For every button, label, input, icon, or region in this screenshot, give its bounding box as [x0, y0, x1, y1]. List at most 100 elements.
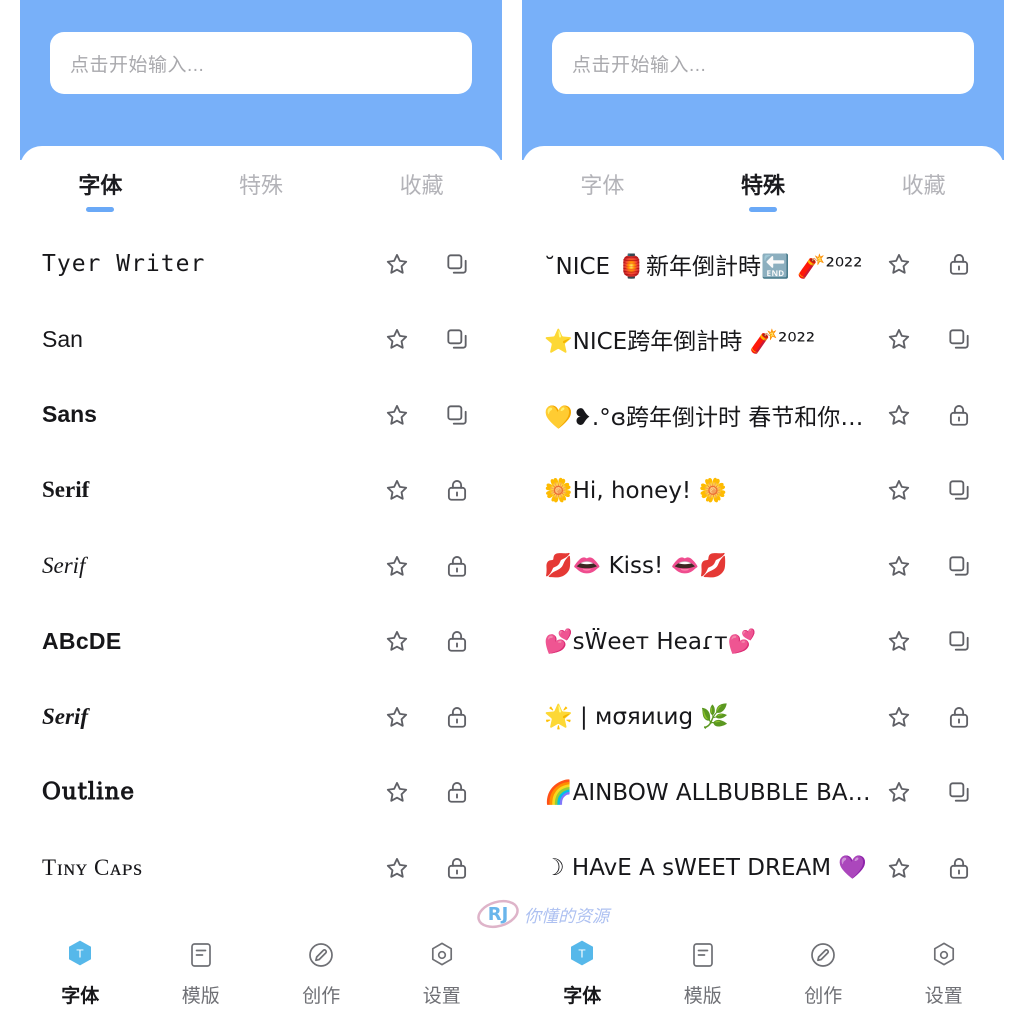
tab-favorites[interactable]: 收藏: [843, 168, 1004, 212]
tab-special[interactable]: 特殊: [181, 168, 342, 212]
star-outline-icon[interactable]: [886, 402, 912, 428]
list-item[interactable]: Tyer Writer: [20, 226, 502, 302]
nav-item-label: 字体: [563, 985, 602, 1007]
list-item[interactable]: ABcDE: [20, 604, 502, 680]
lock-icon[interactable]: [444, 779, 470, 805]
list-item[interactable]: ☽ HAvE A sWEET DREAM 💜: [522, 830, 1004, 906]
star-outline-icon[interactable]: [886, 704, 912, 730]
list-item-label: Serif: [42, 477, 90, 503]
nav-item-font[interactable]: T 字体: [20, 938, 141, 1008]
copy-icon[interactable]: [946, 628, 972, 654]
nav-item-create[interactable]: 创作: [261, 938, 382, 1008]
star-outline-icon[interactable]: [886, 251, 912, 277]
template-document-icon: [184, 938, 218, 972]
star-outline-icon[interactable]: [886, 553, 912, 579]
font-t-hexagon-icon: T: [565, 938, 599, 972]
special-text-list[interactable]: ˘NICE 🏮新年倒計時🔚 🧨²⁰²² ⭐NICE跨年倒計時 🧨²⁰²² 💛❥.°ɞ…: [522, 212, 1004, 906]
nav-item-template[interactable]: 模版: [643, 938, 764, 1008]
copy-icon[interactable]: [444, 402, 470, 428]
tab-special[interactable]: 特殊: [683, 168, 844, 212]
list-item-label: Serif: [42, 552, 86, 578]
bottom-nav-right[interactable]: T 字体 模版 创作 设置: [522, 924, 1004, 1024]
list-item-actions: [886, 779, 982, 805]
list-item-actions: [886, 326, 982, 352]
content-sheet-left: 字体 特殊 收藏 Tyer Writer San Sans Serif Serif ABc…: [20, 146, 502, 1024]
star-outline-icon[interactable]: [886, 779, 912, 805]
copy-icon[interactable]: [444, 326, 470, 352]
list-item[interactable]: 💛❥.°ɞ跨年倒计时 春节和你ʚ°.❥...: [522, 377, 1004, 453]
nav-item-settings[interactable]: 设置: [382, 938, 503, 1008]
star-outline-icon[interactable]: [384, 855, 410, 881]
list-item-actions: [384, 855, 480, 881]
svg-text:T: T: [76, 948, 84, 961]
lock-icon[interactable]: [946, 855, 972, 881]
list-item[interactable]: Serif: [20, 679, 502, 755]
star-outline-icon[interactable]: [886, 628, 912, 654]
list-item[interactable]: 💋👄 Kiss! 👄💋: [522, 528, 1004, 604]
phone-screen-left: 点击开始输入... 字体 特殊 收藏 Tyer Writer San Sans …: [20, 0, 502, 1024]
list-item[interactable]: Serif: [20, 453, 502, 529]
tab-special-label: 特殊: [239, 174, 284, 199]
list-item[interactable]: ˘NICE 🏮新年倒計時🔚 🧨²⁰²²: [522, 226, 1004, 302]
star-outline-icon[interactable]: [384, 628, 410, 654]
pencil-circle-icon: [304, 938, 338, 972]
nav-item-label: 模版: [683, 985, 722, 1007]
list-item[interactable]: ⭐NICE跨年倒計時 🧨²⁰²²: [522, 302, 1004, 378]
search-input[interactable]: 点击开始输入...: [552, 32, 974, 94]
star-outline-icon[interactable]: [886, 855, 912, 881]
star-outline-icon[interactable]: [886, 326, 912, 352]
nav-item-font[interactable]: T 字体: [522, 938, 643, 1008]
list-item[interactable]: 🌈AINBOW ALLBUBBLE BABE🌻: [522, 755, 1004, 831]
lock-icon[interactable]: [444, 704, 470, 730]
tab-font[interactable]: 字体: [522, 168, 683, 212]
bottom-nav-left[interactable]: T 字体 模版 创作 设置: [20, 924, 502, 1024]
search-input[interactable]: 点击开始输入...: [50, 32, 472, 94]
lock-icon[interactable]: [444, 553, 470, 579]
nav-item-create[interactable]: 创作: [763, 938, 884, 1008]
list-item-label: Sans: [42, 401, 97, 428]
nav-item-label: 设置: [924, 985, 963, 1007]
lock-icon[interactable]: [444, 477, 470, 503]
list-item[interactable]: 🌟 | мσяиιиg 🌿: [522, 679, 1004, 755]
font-style-list[interactable]: Tyer Writer San Sans Serif Serif ABcDE Serif Ou…: [20, 212, 502, 906]
nav-item-template[interactable]: 模版: [141, 938, 262, 1008]
list-item[interactable]: 🌼Hi, honey! 🌼: [522, 453, 1004, 529]
nav-item-label: 创作: [302, 985, 341, 1007]
list-item[interactable]: Outline: [20, 755, 502, 831]
list-item-actions: [886, 553, 982, 579]
tab-favorites[interactable]: 收藏: [341, 168, 502, 212]
star-outline-icon[interactable]: [384, 779, 410, 805]
list-item[interactable]: San: [20, 302, 502, 378]
lock-icon[interactable]: [444, 628, 470, 654]
list-item-label: Tɪɴʏ Cᴀᴘs: [42, 854, 143, 880]
copy-icon[interactable]: [946, 477, 972, 503]
star-outline-icon[interactable]: [384, 553, 410, 579]
star-outline-icon[interactable]: [384, 477, 410, 503]
list-item[interactable]: Serif: [20, 528, 502, 604]
list-item-actions: [384, 251, 480, 277]
list-item[interactable]: Tɪɴʏ Cᴀᴘs: [20, 830, 502, 906]
star-outline-icon[interactable]: [384, 326, 410, 352]
lock-icon[interactable]: [444, 855, 470, 881]
star-outline-icon[interactable]: [384, 704, 410, 730]
list-item-actions: [886, 477, 982, 503]
copy-icon[interactable]: [946, 553, 972, 579]
lock-icon[interactable]: [946, 704, 972, 730]
nav-item-settings[interactable]: 设置: [884, 938, 1005, 1008]
star-outline-icon[interactable]: [384, 251, 410, 277]
list-item-actions: [384, 628, 480, 654]
list-item-actions: [384, 402, 480, 428]
lock-icon[interactable]: [946, 402, 972, 428]
copy-icon[interactable]: [946, 326, 972, 352]
list-item-label: 💕sẄeeт Heaɾт💕: [544, 628, 757, 655]
list-item-label: ABcDE: [42, 627, 122, 654]
dual-screenshot-container: 点击开始输入... 字体 特殊 收藏 Tyer Writer San Sans …: [0, 0, 1024, 1024]
list-item[interactable]: Sans: [20, 377, 502, 453]
list-item[interactable]: 💕sẄeeт Heaɾт💕: [522, 604, 1004, 680]
lock-icon[interactable]: [946, 251, 972, 277]
copy-icon[interactable]: [444, 251, 470, 277]
copy-icon[interactable]: [946, 779, 972, 805]
star-outline-icon[interactable]: [384, 402, 410, 428]
star-outline-icon[interactable]: [886, 477, 912, 503]
tab-font[interactable]: 字体: [20, 168, 181, 212]
